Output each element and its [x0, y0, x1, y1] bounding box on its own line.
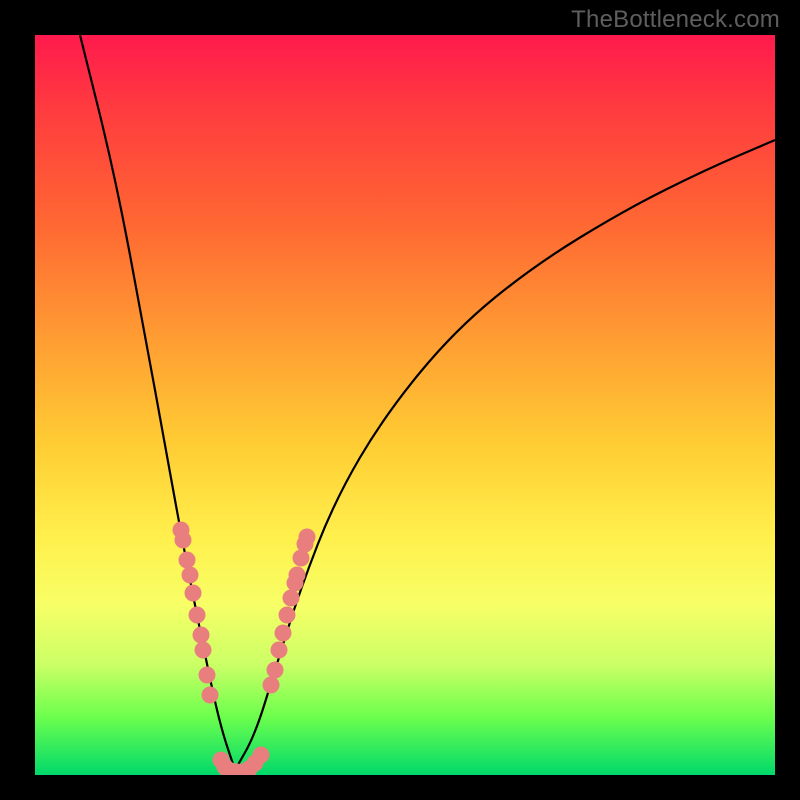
attribution-text: TheBottleneck.com [571, 6, 780, 34]
chart-overlay [35, 35, 775, 775]
bottleneck-curve-left [80, 35, 235, 770]
chart-frame: TheBottleneck.com [0, 0, 800, 800]
data-point [275, 625, 292, 642]
data-point [195, 642, 212, 659]
plot-area [35, 35, 775, 775]
bottleneck-curve-right [235, 140, 775, 770]
data-point [193, 627, 210, 644]
highlight-dots [173, 522, 316, 776]
data-point [189, 607, 206, 624]
data-point [179, 552, 196, 569]
data-point [202, 687, 219, 704]
data-point [263, 677, 280, 694]
data-point [267, 662, 284, 679]
data-point [299, 529, 316, 546]
data-point [279, 607, 296, 624]
data-point [199, 667, 216, 684]
data-point [289, 567, 306, 584]
data-point [175, 532, 192, 549]
data-point [283, 590, 300, 607]
data-point [253, 747, 270, 764]
data-point [271, 642, 288, 659]
data-point [182, 567, 199, 584]
data-point [185, 585, 202, 602]
